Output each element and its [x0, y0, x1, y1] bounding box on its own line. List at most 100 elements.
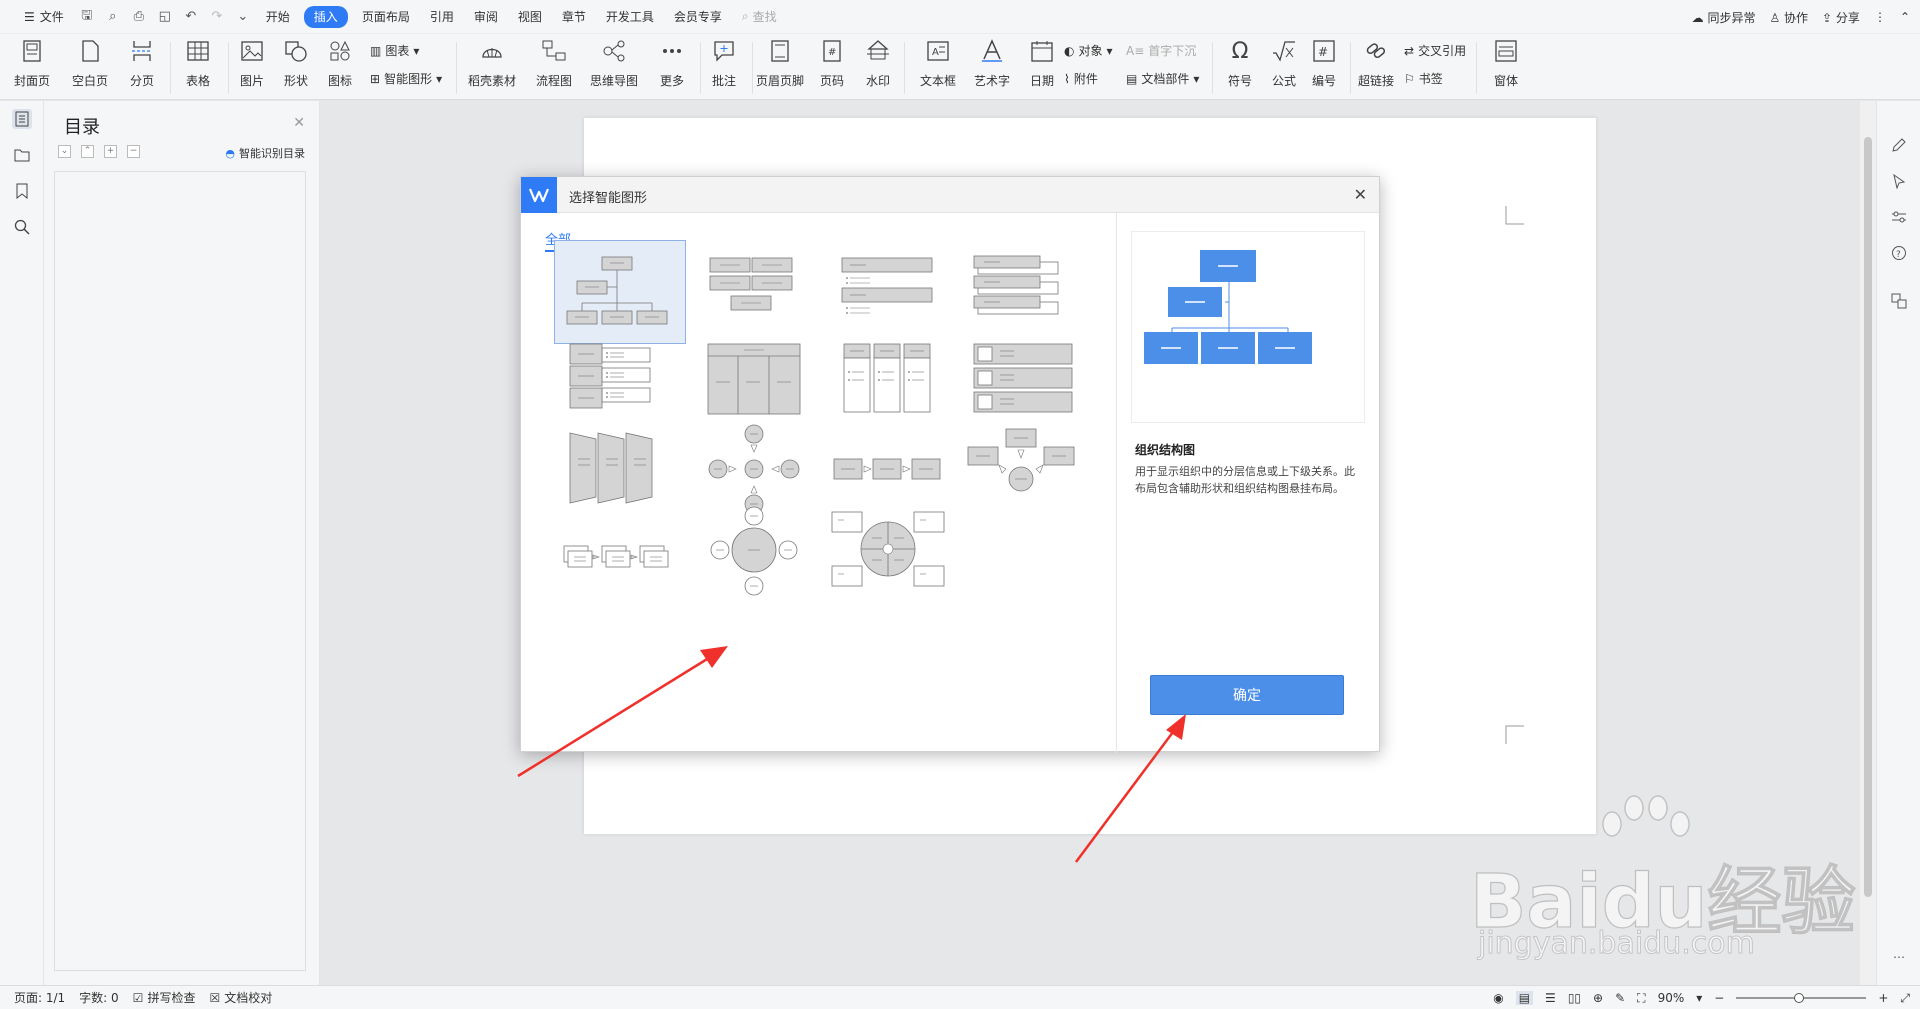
smartart-org-chart[interactable]	[554, 240, 686, 344]
fullscreen-icon[interactable]: ⤢	[1900, 991, 1910, 1006]
close-icon[interactable]: ✕	[1354, 185, 1367, 204]
zoom-in-icon[interactable]: +	[1878, 991, 1888, 1005]
zoom-dropdown-icon[interactable]: ▾	[1696, 991, 1702, 1005]
eye-protection-icon[interactable]: ◉	[1493, 991, 1503, 1005]
icons-button[interactable]: 图标	[312, 38, 368, 89]
fit-page-icon[interactable]: ⛶	[1637, 991, 1645, 1006]
smartart-radial-circles[interactable]	[688, 500, 820, 604]
crossref-button[interactable]: ⇄ 交叉引用	[1404, 42, 1466, 59]
toc-list	[54, 171, 306, 971]
smartart-picture-process[interactable]	[554, 500, 686, 604]
flowchart-button[interactable]: 流程图	[526, 38, 582, 89]
tab-page-layout[interactable]: 页面布局	[352, 6, 420, 28]
spell-check-button[interactable]: ☑ 拼写检查	[133, 989, 196, 1006]
save-icon[interactable]: 🖫	[74, 6, 100, 28]
pen-icon[interactable]	[1889, 135, 1909, 155]
vertical-scrollbar[interactable]	[1860, 101, 1876, 985]
tab-references[interactable]: 引用	[420, 6, 464, 28]
remove-icon[interactable]: −	[127, 145, 140, 158]
format-painter-icon[interactable]: ⌕	[100, 6, 126, 28]
tab-section[interactable]: 章节	[552, 6, 596, 28]
undo-icon[interactable]: ↶	[178, 6, 204, 28]
page-break-button[interactable]: 分页	[114, 38, 170, 89]
help-icon[interactable]: ?	[1889, 243, 1909, 263]
tab-insert[interactable]: 插入	[303, 5, 348, 28]
date-button[interactable]: 日期	[1014, 38, 1070, 89]
numbering-button[interactable]: # 编号	[1296, 38, 1352, 89]
chart-icon: ▥	[370, 43, 382, 58]
print-icon[interactable]: ⎙	[126, 6, 152, 28]
hyperlink-button[interactable]: 超链接	[1348, 38, 1404, 89]
cursor-icon[interactable]	[1889, 171, 1909, 191]
collab-button[interactable]: ♙ 协作	[1769, 9, 1808, 26]
form-button[interactable]: 窗体	[1478, 38, 1534, 89]
settings-sliders-icon[interactable]	[1889, 207, 1909, 227]
chart-button[interactable]: ▥ 图表 ▾	[370, 42, 419, 59]
zoom-level[interactable]: 90%	[1658, 991, 1685, 1005]
smartart-stacked-list[interactable]	[956, 240, 1088, 344]
more-button[interactable]: 更多	[644, 38, 700, 89]
more-menu-icon[interactable]: ⋮	[1874, 10, 1886, 24]
dropdown-arrow-icon: ▾	[1193, 71, 1200, 86]
more-horizontal-icon[interactable]: ⋯	[1889, 947, 1909, 967]
page-view-icon[interactable]: ▤	[1515, 991, 1534, 1005]
toc-panel-icon[interactable]	[12, 109, 32, 129]
attachment-button[interactable]: ⌇ 附件	[1064, 70, 1098, 87]
search-box[interactable]: ⌕ 查找	[732, 8, 777, 25]
mindmap-button[interactable]: 思维导图	[586, 38, 642, 89]
tab-developer[interactable]: 开发工具	[596, 6, 664, 28]
more-quick-icon[interactable]: ⌄	[230, 6, 256, 28]
translate-icon[interactable]	[1889, 291, 1909, 311]
textbox-button[interactable]: A 文本框	[910, 38, 966, 89]
tab-review[interactable]: 审阅	[464, 6, 508, 28]
tab-home[interactable]: 开始	[256, 6, 300, 28]
zoom-out-icon[interactable]: −	[1714, 991, 1724, 1005]
dialog-header: 选择智能图形 ✕	[521, 177, 1379, 213]
smartart-button[interactable]: ⊞ 智能图形 ▾	[370, 70, 442, 87]
bookmark-button[interactable]: ⚐ 书签	[1404, 70, 1443, 87]
proofread-button[interactable]: ☒ 文档校对	[209, 989, 272, 1006]
sync-status[interactable]: ☁ 同步异常	[1692, 9, 1756, 26]
smartart-block-list[interactable]	[688, 240, 820, 344]
file-menu[interactable]: ☰ 文件	[14, 6, 74, 28]
word-count[interactable]: 字数: 0	[79, 989, 119, 1006]
bookmark-panel-icon[interactable]	[12, 181, 32, 201]
cover-page-button[interactable]: 封面页	[4, 38, 60, 89]
dropcap-button[interactable]: A≡ 首字下沉	[1126, 42, 1196, 59]
comment-button[interactable]: 批注	[696, 38, 752, 89]
shell-material-button[interactable]: 稻壳素材	[464, 38, 520, 89]
web-view-icon[interactable]: ⊕	[1593, 991, 1603, 1005]
tab-view[interactable]: 视图	[508, 6, 552, 28]
chapter-icon[interactable]	[12, 145, 32, 165]
print-preview-icon[interactable]: ◱	[152, 6, 178, 28]
object-button[interactable]: ◐ 对象 ▾	[1064, 42, 1113, 59]
zoom-slider[interactable]	[1736, 992, 1867, 1004]
docpart-button[interactable]: ▤ 文档部件 ▾	[1126, 70, 1199, 87]
write-view-icon[interactable]: ✎	[1615, 991, 1625, 1005]
add-icon[interactable]: +	[104, 145, 117, 158]
ok-button[interactable]: 确定	[1150, 675, 1344, 715]
close-icon[interactable]: ✕	[293, 115, 305, 131]
table-button[interactable]: 表格	[170, 38, 226, 89]
smartart-cycle-matrix[interactable]	[822, 500, 954, 604]
find-icon[interactable]	[12, 217, 32, 237]
collapse-icon[interactable]: ⌃	[81, 145, 94, 158]
collapse-ribbon-icon[interactable]: ⌃	[1900, 10, 1910, 24]
outline-view-icon[interactable]: ☰	[1545, 991, 1556, 1005]
smartart-converging-process[interactable]	[956, 419, 1088, 523]
tab-member[interactable]: 会员专享	[664, 6, 732, 28]
header-footer-button[interactable]: 页眉页脚	[752, 38, 808, 89]
smart-toc-button[interactable]: ◓ 智能识别目录	[225, 145, 305, 161]
redo-icon[interactable]: ↷	[204, 6, 230, 28]
share-button[interactable]: ⇪ 分享	[1822, 9, 1860, 26]
expand-icon[interactable]: ⌄	[58, 145, 71, 158]
read-view-icon[interactable]: ▯▯	[1568, 991, 1581, 1005]
wordart-button[interactable]: 艺术字	[964, 38, 1020, 89]
blank-page-button[interactable]: 空白页	[62, 38, 118, 89]
page-indicator[interactable]: 页面: 1/1	[14, 989, 65, 1006]
zoom-slider-thumb[interactable]	[1794, 993, 1805, 1003]
ribbon-separator	[1476, 42, 1477, 94]
scroll-thumb[interactable]	[1864, 137, 1872, 897]
smartart-vertical-bullet-list[interactable]	[822, 240, 954, 344]
watermark-button[interactable]: 水印	[850, 38, 906, 89]
